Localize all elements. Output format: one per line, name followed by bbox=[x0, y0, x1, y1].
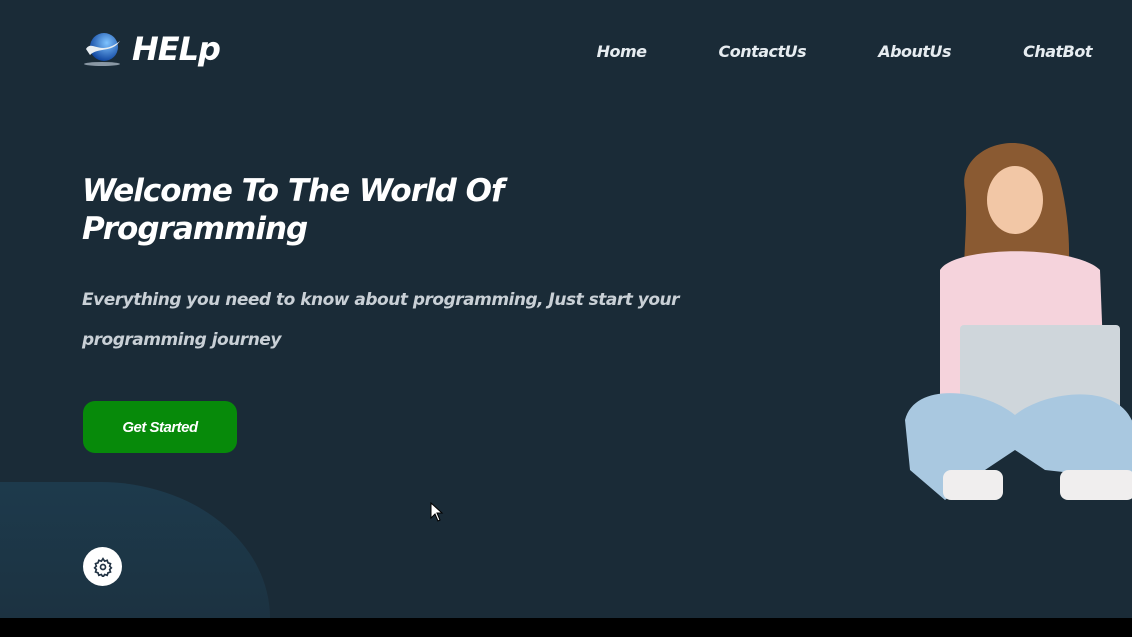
decorative-blob bbox=[0, 482, 270, 618]
landing-page: HELp Home ContactUs AboutUs ChatBot Welc… bbox=[0, 0, 1132, 618]
main-nav: Home ContactUs AboutUs ChatBot bbox=[597, 42, 1093, 61]
nav-contactus[interactable]: ContactUs bbox=[718, 42, 806, 61]
settings-button[interactable] bbox=[83, 547, 122, 586]
brand-name: HELp bbox=[132, 30, 221, 68]
nav-home[interactable]: Home bbox=[597, 42, 647, 61]
globe-swoosh-icon bbox=[84, 33, 120, 66]
mouse-cursor-icon bbox=[430, 502, 444, 522]
hero-title: Welcome To The World Of Programming bbox=[82, 173, 504, 247]
nav-chatbot[interactable]: ChatBot bbox=[1023, 42, 1092, 61]
get-started-button[interactable]: Get Started bbox=[83, 401, 237, 453]
hero-subtitle: Everything you need to know about progra… bbox=[82, 290, 680, 350]
brand-logo[interactable]: HELp bbox=[82, 30, 221, 68]
nav-aboutus[interactable]: AboutUs bbox=[878, 42, 951, 61]
gear-icon bbox=[92, 556, 113, 577]
woman-with-laptop-illustration bbox=[905, 142, 1132, 500]
